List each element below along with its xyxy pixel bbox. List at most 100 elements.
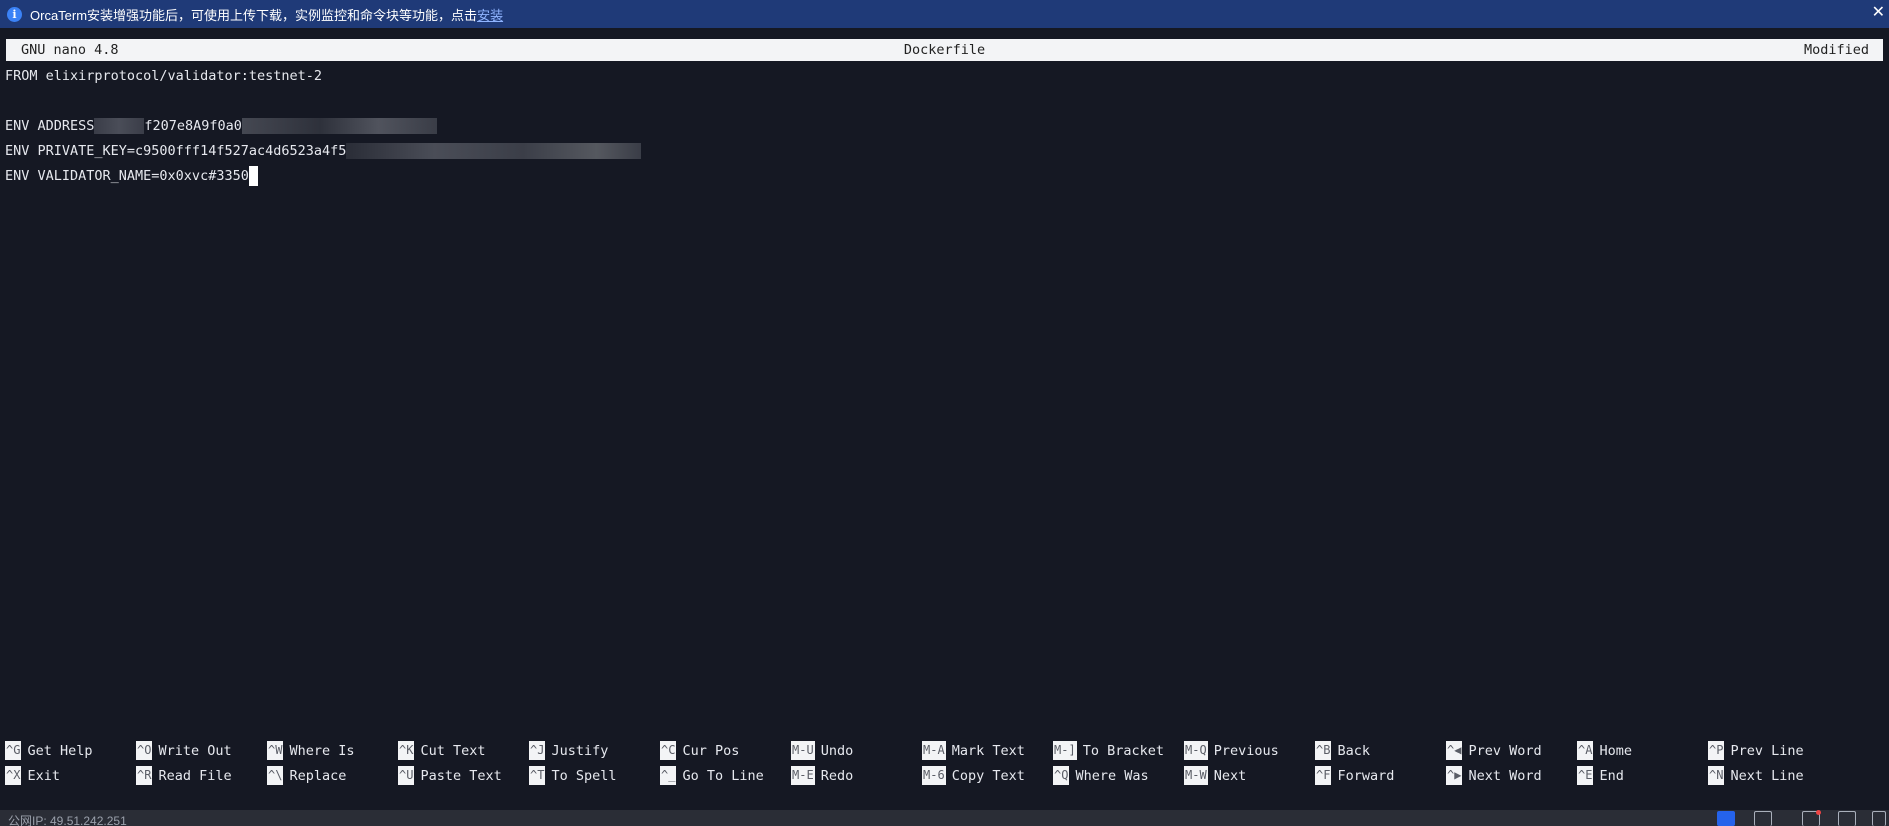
shortcut-item[interactable]: ^O Write Out — [136, 738, 232, 763]
shortcut-key: ^U — [398, 766, 415, 785]
shortcut-row: ^G Get Help ^O Write Out ^W Where Is ^K Cut Tex… — [5, 738, 1885, 763]
shortcut-label: Undo — [820, 742, 854, 759]
shortcut-item[interactable]: ^A Home — [1577, 738, 1632, 763]
chat-icon[interactable] — [1754, 811, 1772, 826]
shortcut-label: Forward — [1337, 767, 1395, 784]
shortcut-label: Cut Text — [420, 742, 486, 759]
modified-status: Modified — [1803, 42, 1869, 58]
shortcut-row: ^X Exit ^R Read File ^\ Replace ^U Paste Text ^T… — [5, 763, 1885, 788]
redacted-block — [346, 143, 642, 159]
shortcut-item[interactable]: ^P Prev Line — [1708, 738, 1804, 763]
shortcut-label: Where Was — [1075, 767, 1149, 784]
shortcut-label: Next — [1213, 767, 1247, 784]
shortcut-label: Go To Line — [682, 767, 764, 784]
shortcut-key: M-] — [1053, 741, 1077, 760]
shortcut-item[interactable]: ^R Read File — [136, 763, 232, 788]
redacted-block — [241, 118, 437, 134]
shortcut-item[interactable]: ^X Exit — [5, 763, 60, 788]
shortcut-key: M-Q — [1184, 741, 1208, 760]
shortcut-key: ^R — [136, 766, 153, 785]
shortcut-bar: ^G Get Help ^O Write Out ^W Where Is ^K Cut Tex… — [5, 738, 1885, 788]
shortcut-item[interactable]: M-] To Bracket — [1053, 738, 1164, 763]
shortcut-item[interactable]: ^Q Where Was — [1053, 763, 1149, 788]
shortcut-label: Redo — [820, 767, 854, 784]
shortcut-label: Where Is — [289, 742, 355, 759]
file-icon[interactable] — [1717, 811, 1735, 826]
editor-line[interactable] — [5, 89, 1875, 114]
install-link[interactable]: 安装 — [477, 5, 503, 24]
shortcut-label: Previous — [1213, 742, 1279, 759]
shortcut-label: Paste Text — [420, 767, 502, 784]
notification-dot — [1816, 810, 1821, 815]
shortcut-item[interactable]: M-A Mark Text — [922, 738, 1025, 763]
shortcut-key: ^P — [1708, 741, 1725, 760]
shortcut-key: ^F — [1315, 766, 1332, 785]
shortcut-item[interactable]: M-E Redo — [791, 763, 853, 788]
shortcut-item[interactable]: ^B Back — [1315, 738, 1370, 763]
shortcut-label: Cur Pos — [682, 742, 740, 759]
shortcut-item[interactable]: ^W Where Is — [267, 738, 354, 763]
shortcut-item[interactable]: M-6 Copy Text — [922, 763, 1025, 788]
shortcut-key: ^X — [5, 766, 22, 785]
shortcut-key: ^K — [398, 741, 415, 760]
shortcut-key: M-W — [1184, 766, 1208, 785]
shortcut-key: ^C — [660, 741, 677, 760]
shortcut-label: Prev Word — [1468, 742, 1542, 759]
shortcut-key: ^J — [529, 741, 546, 760]
shortcut-key: ^◀ — [1446, 741, 1463, 760]
banner-message: OrcaTerm安装增强功能后，可使用上传下载，实例监控和命令块等功能，点击 — [30, 7, 478, 23]
shortcut-label: To Spell — [551, 767, 617, 784]
notice-banner: i OrcaTerm安装增强功能后，可使用上传下载，实例监控和命令块等功能，点击… — [0, 0, 1889, 28]
shortcut-key: M-6 — [922, 766, 946, 785]
shortcut-label: To Bracket — [1082, 742, 1164, 759]
shortcut-item[interactable]: ^\ Replace — [267, 763, 346, 788]
editor-line[interactable]: ENV ADDRESS f207e8A9f0a0 — [5, 114, 1875, 139]
editor-line[interactable]: ENV PRIVATE_KEY=c9500fff14f527ac4d6523a4… — [5, 139, 1875, 164]
shortcut-key: ^W — [267, 741, 284, 760]
text-cursor — [248, 166, 258, 186]
shortcut-item[interactable]: ^K Cut Text — [398, 738, 485, 763]
shortcut-item[interactable]: M-Q Previous — [1184, 738, 1279, 763]
shortcut-item[interactable]: ^N Next Line — [1708, 763, 1804, 788]
shortcut-item[interactable]: ^T To Spell — [529, 763, 616, 788]
close-icon[interactable]: ✕ — [1872, 2, 1885, 22]
editor-area[interactable]: FROM elixirprotocol/validator:testnet-2 … — [5, 64, 1875, 724]
shortcut-item[interactable]: M-U Undo — [791, 738, 853, 763]
shortcut-item[interactable]: M-W Next — [1184, 763, 1246, 788]
shortcut-label: Get Help — [27, 742, 93, 759]
editor-line[interactable]: ENV VALIDATOR_NAME=0x0xvc#3350 — [5, 164, 1875, 189]
shortcut-key: ^Q — [1053, 766, 1070, 785]
shortcut-key: ^▶ — [1446, 766, 1463, 785]
shortcut-key: ^A — [1577, 741, 1594, 760]
shortcut-item[interactable]: ^C Cur Pos — [660, 738, 739, 763]
shortcut-label: Replace — [289, 767, 347, 784]
address-fragment: f207e8A9f0a0 — [144, 118, 242, 134]
shortcut-key: M-A — [922, 741, 946, 760]
shortcut-key: ^N — [1708, 766, 1725, 785]
shortcut-key: ^E — [1577, 766, 1594, 785]
shortcut-item[interactable]: ^J Justify — [529, 738, 608, 763]
shortcut-item[interactable]: ^F Forward — [1315, 763, 1394, 788]
status-bar: 公网IP: 49.51.242.251 — [0, 810, 1889, 826]
shortcut-label: Justify — [551, 742, 609, 759]
shortcut-key: M-U — [791, 741, 815, 760]
shortcut-key: ^_ — [660, 766, 677, 785]
shortcut-item[interactable]: ^E End — [1577, 763, 1624, 788]
shortcut-key: M-E — [791, 766, 815, 785]
info-icon: i — [7, 6, 22, 22]
shortcut-item[interactable]: ^▶ Next Word — [1446, 763, 1542, 788]
public-ip: 公网IP: 49.51.242.251 — [8, 814, 127, 826]
shortcut-label: Read File — [158, 767, 232, 784]
folder-icon[interactable] — [1838, 811, 1856, 826]
shortcut-item[interactable]: ^◀ Prev Word — [1446, 738, 1542, 763]
shortcut-label: Exit — [27, 767, 60, 784]
shortcut-label: Prev Line — [1730, 742, 1804, 759]
shortcut-item[interactable]: ^U Paste Text — [398, 763, 502, 788]
shortcut-item[interactable]: ^_ Go To Line — [660, 763, 764, 788]
redacted-block — [94, 118, 145, 134]
shortcut-item[interactable]: ^G Get Help — [5, 738, 92, 763]
shortcut-label: Back — [1337, 742, 1370, 759]
lock-icon[interactable] — [1872, 811, 1886, 826]
shortcut-label: End — [1599, 767, 1624, 784]
editor-line[interactable]: FROM elixirprotocol/validator:testnet-2 — [5, 64, 1875, 89]
